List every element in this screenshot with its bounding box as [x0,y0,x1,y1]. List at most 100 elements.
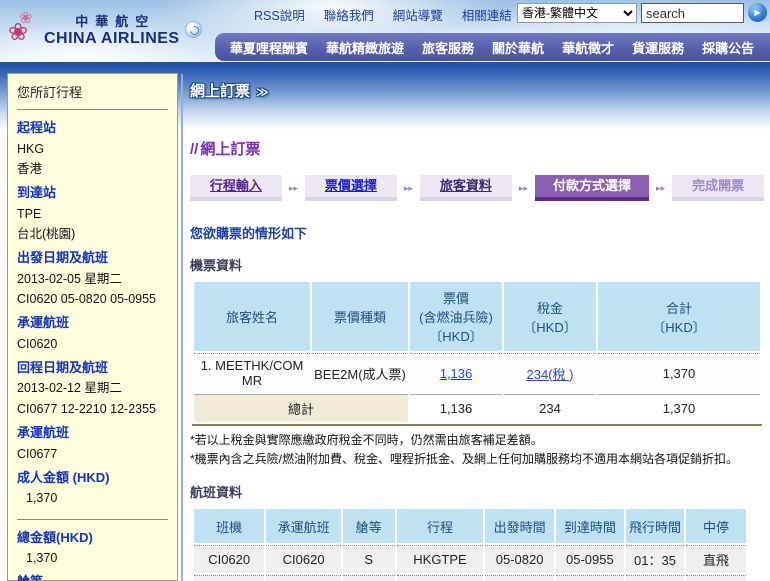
nav-item-about[interactable]: 關於華航 [483,38,553,57]
step-passenger-info-link[interactable]: 旅客資料 [440,178,492,193]
section-banner: 網上訂票≫ [190,80,269,101]
value-arrival-code: TPE [17,206,168,222]
label-return-carrier: 承運航班 [17,424,168,442]
nav-item-tours[interactable]: 華航精緻旅遊 [317,38,413,57]
nav-item-passenger-service[interactable]: 旅客服務 [413,38,483,57]
value-return-flight: CI0677 12-2210 12-2355 [17,401,168,417]
link-rss-info[interactable]: RSS說明 [254,5,305,24]
col-stops: 中停 [686,509,746,543]
total-amount: 1,370 [598,394,760,422]
nav-item-procurement[interactable]: 採購公告 [693,38,763,57]
page: ❀ ❀ 中華航空 CHINA AIRLINES RSS說明 聯絡我們 網站導覽 … [0,0,770,581]
label-arrival-station: 到達站 [17,184,168,202]
step-passenger-info[interactable]: 旅客資料 [420,175,512,201]
col-arrival-time: 到達時間 [556,509,624,543]
ticket-data-row: 1. MEETHK/COM MR BEE2M(成人票) 1,136 234(稅 … [194,353,760,392]
ticket-table-bottom-rule [192,424,762,426]
total-label: 總計 [194,394,408,422]
cell-operating-carrier: CI0677 [266,575,340,581]
ticket-total-row: 總計 1,136 234 1,370 [194,394,760,422]
main-nav: 華夏哩程酬賓 華航精緻旅遊 旅客服務 關於華航 華航徵才 貨運服務 採購公告 影… [215,33,770,61]
fare-amount-link[interactable]: 1,136 [440,366,473,381]
china-airlines-logo[interactable]: ❀ ❀ 中華航空 CHINA AIRLINES [8,10,202,48]
nav-item-careers[interactable]: 華航徵才 [553,38,623,57]
link-sitemap[interactable]: 網站導覽 [393,5,443,24]
cell-cabin: S [343,545,395,573]
value-outbound-carrier: CI0620 [17,336,168,352]
page-title: //網上訂票 [190,138,764,159]
col-tax: 稅金 〔HKD〕 [504,282,596,351]
cell-stops: 直飛 [686,545,746,573]
cell-arrival-time: 05-0955 [556,545,624,573]
cell-flight-duration: 01：45 [626,575,684,581]
cell-cabin: S [343,575,395,581]
cell-flight-no: CI0677 [194,575,264,581]
search-submit-button[interactable]: ▶ [748,3,767,22]
flight-row-return: CI0677 CI0677 S TPEHKG 12-2210 12-2355 0… [194,575,746,581]
col-route: 行程 [397,509,484,543]
plum-blossom-icon: ❀ ❀ [8,10,42,48]
step-itinerary-input[interactable]: 行程輸入 [190,175,282,201]
language-select[interactable]: 香港-繁體中文 [517,3,637,23]
label-return-date-flight: 回程日期及航班 [17,359,168,377]
cell-total: 1,370 [598,353,760,392]
nav-item-cargo[interactable]: 貨運服務 [623,38,693,57]
col-passenger-name: 旅客姓名 [194,282,310,351]
cell-flight-duration: 01：35 [626,545,684,573]
col-fare-type: 票價種類 [312,282,408,351]
value-arrival-city: 台北(桃園) [17,226,168,242]
col-flight-no: 班機 [194,509,264,543]
label-cabin-class: 艙等 [17,573,168,581]
step-payment-method-current: 付款方式選擇 [535,175,649,201]
cell-tax: 234(稅 ) [504,353,596,392]
label-departure-station: 起程站 [17,119,168,137]
total-tax: 234 [504,394,596,422]
logo-chinese-name: 中華航空 [44,11,180,30]
nav-item-media[interactable]: 影音專區 [763,38,770,57]
value-departure-city: 香港 [17,161,168,177]
cell-arrival-time: 12-2355 [556,575,624,581]
page-title-slashes: // [190,141,198,158]
label-outbound-carrier: 承運航班 [17,314,168,332]
col-cabin: 艙等 [343,509,395,543]
label-adult-amount: 成人金額 (HKD) [17,469,168,487]
value-departure-code: HKG [17,141,168,157]
label-total-amount: 總金額(HKD) [17,529,168,547]
value-adult-amount: 1,370 [17,490,168,506]
link-contact-us[interactable]: 聯絡我們 [324,5,374,24]
step-fare-selection[interactable]: 票價選擇 [305,175,397,201]
value-return-carrier: CI0677 [17,446,168,462]
col-departure-time: 出發時間 [485,509,553,543]
col-operating-carrier: 承運航班 [266,509,340,543]
content-divider-line [181,74,183,581]
step-separator-icon: ▸▸ [282,175,305,201]
step-itinerary-input-link[interactable]: 行程輸入 [210,178,262,193]
value-outbound-date: 2013-02-05 星期二 [17,271,168,287]
cell-operating-carrier: CI0620 [266,545,340,573]
ticket-info-table: 旅客姓名 票價種類 票價 (含燃油兵險) 〔HKD〕 稅金 〔HKD〕 合計 〔… [192,280,762,424]
search-arrow-icon: ▶ [754,8,760,17]
note-no-discount: *機票內含之兵險/燃油附加費、稅金、哩程折抵金、及網上任何加購服務均不適用本網站… [190,450,764,469]
link-related-links[interactable]: 相關連結 [462,5,512,24]
label-outbound-date-flight: 出發日期及航班 [17,249,168,267]
note-tax-difference: *若以上稅金與實際應繳政府稅金不同時，仍然需由旅客補足差額。 [190,431,764,450]
ticket-header-row: 旅客姓名 票價種類 票價 (含燃油兵險) 〔HKD〕 稅金 〔HKD〕 合計 〔… [194,282,760,351]
site-header: ❀ ❀ 中華航空 CHINA AIRLINES RSS說明 聯絡我們 網站導覽 … [0,0,770,62]
ticket-notes: *若以上稅金與實際應繳政府稅金不同時，仍然需由旅客補足差額。 *機票內含之兵險/… [190,431,764,469]
blossom-small-icon: ❀ [19,8,32,28]
tax-amount-link[interactable]: 234(稅 ) [527,367,574,382]
sidebar-divider [17,519,168,520]
logo-english-name: CHINA AIRLINES [44,30,180,48]
flight-row-outbound: CI0620 CI0620 S HKGTPE 05-0820 05-0955 0… [194,545,746,573]
sidebar-title: 您所訂行程 [17,82,168,101]
search-input[interactable] [641,3,744,23]
step-fare-selection-link[interactable]: 票價選擇 [325,178,377,193]
flight-header-row: 班機 承運航班 艙等 行程 出發時間 到達時間 飛行時間 中停 [194,509,746,543]
cell-departure-time: 05-0820 [485,545,553,573]
nav-item-mileage[interactable]: 華夏哩程酬賓 [221,38,317,57]
col-fare: 票價 (含燃油兵險) 〔HKD〕 [410,282,502,351]
cell-route: TPEHKG [397,575,484,581]
col-total: 合計 〔HKD〕 [598,282,760,351]
flight-info-table: 班機 承運航班 艙等 行程 出發時間 到達時間 飛行時間 中停 CI0620 C… [192,507,748,581]
value-total-amount: 1,370 [17,550,168,566]
